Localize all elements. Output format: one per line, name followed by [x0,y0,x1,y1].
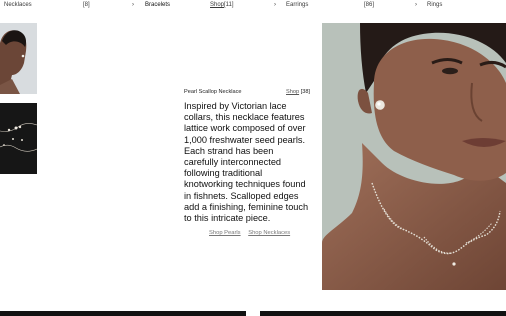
product-description: Inspired by Victorian lace collars, this… [184,101,309,224]
product-name: Pearl Scallop Necklace [184,89,242,95]
nav-bracelets-shop-link[interactable]: Shop [210,1,224,9]
product-shop-link[interactable]: Shop [286,89,299,95]
nav-necklaces-count: [8] [83,2,90,8]
model-portrait-thumbnail[interactable] [0,23,37,94]
nav-bracelets-count: [11] [224,2,234,8]
shop-necklaces-link[interactable]: Shop Necklaces [248,230,290,236]
product-shop: Shop [38] [286,88,310,96]
pearl-jewelry-image [0,103,37,174]
nav-bracelets-label[interactable]: Bracelets [145,1,170,9]
shop-pearls-link[interactable]: Shop Pearls [209,230,241,236]
nav-rings-label[interactable]: Rings [427,1,442,9]
hero-model-image[interactable] [322,23,506,290]
nav-earrings-label[interactable]: Earrings [286,1,308,9]
nav-earrings-count: [86] [364,2,375,8]
nav-necklaces-label[interactable]: Necklaces [4,1,32,9]
product-shop-count: [38] [300,89,310,95]
product-header: Pearl Scallop Necklace Shop [38] [184,88,310,98]
next-section-image-left[interactable] [0,311,246,316]
category-nav: Necklaces [8] › Bracelets Shop [11] › Ea… [0,0,506,10]
chevron-right-icon: › [274,2,276,8]
chevron-right-icon: › [132,2,134,8]
model-portrait-image [0,23,37,94]
pearl-jewelry-thumbnail[interactable] [0,103,37,174]
next-section-image-right[interactable] [260,311,506,316]
product-info: Pearl Scallop Necklace Shop [38] Inspire… [184,88,310,237]
product-links: Shop Pearls Shop Necklaces [184,229,310,237]
model-wearing-necklace-image [322,23,506,290]
chevron-right-icon: › [415,2,417,8]
